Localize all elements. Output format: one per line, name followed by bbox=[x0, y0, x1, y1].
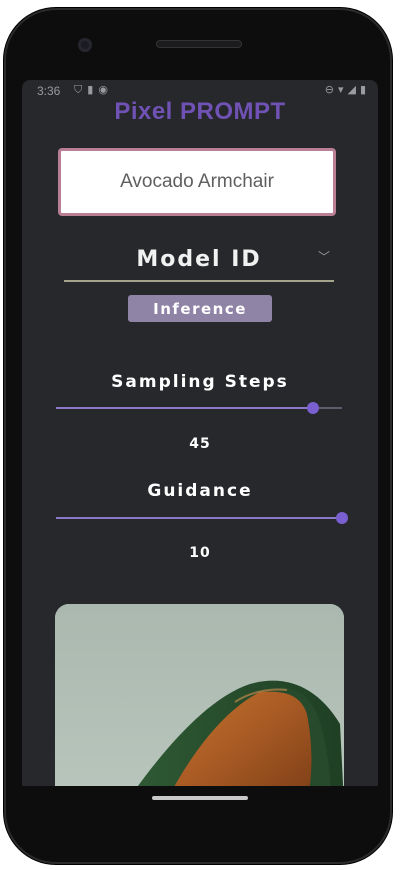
front-camera bbox=[78, 38, 92, 52]
signal-icon: ◢ bbox=[347, 83, 356, 96]
generated-image bbox=[55, 604, 344, 786]
app-title: Pixel PROMPT bbox=[114, 98, 286, 125]
model-id-label: Model ID bbox=[136, 247, 262, 272]
notification-icon: ◉ bbox=[98, 83, 108, 96]
phone-frame: 3:36 ⛉ ▮ ◉ ⊖ ▾ ◢ ▮ Pixel PROMPT Avocado … bbox=[4, 8, 392, 864]
guidance-slider[interactable] bbox=[56, 511, 348, 525]
slider-thumb[interactable] bbox=[307, 402, 320, 414]
sim-icon: ▮ bbox=[87, 83, 94, 96]
sampling-steps-slider[interactable] bbox=[56, 401, 342, 415]
status-left-icons: ⛉ ▮ ◉ bbox=[74, 83, 108, 97]
status-time: 3:36 bbox=[37, 84, 61, 98]
slider-thumb[interactable] bbox=[336, 512, 348, 524]
battery-icon: ▮ bbox=[359, 83, 366, 96]
guidance-value: 10 bbox=[189, 545, 211, 561]
prompt-input[interactable]: Avocado Armchair bbox=[58, 148, 336, 216]
wifi-icon: ▾ bbox=[337, 83, 344, 96]
minus-circle-icon: ⊖ bbox=[324, 83, 334, 96]
slider-fill bbox=[56, 407, 314, 409]
app-screen: 3:36 ⛉ ▮ ◉ ⊖ ▾ ◢ ▮ Pixel PROMPT Avocado … bbox=[22, 80, 378, 786]
chevron-down-icon[interactable]: ﹀ bbox=[318, 248, 330, 265]
model-id-dropdown[interactable]: Model ID ﹀ bbox=[64, 246, 334, 282]
avocado-armchair-image bbox=[55, 604, 344, 786]
earpiece-speaker bbox=[156, 40, 242, 48]
sampling-steps-value: 45 bbox=[189, 436, 211, 452]
slider-fill bbox=[56, 517, 342, 519]
guidance-title: Guidance bbox=[147, 481, 253, 501]
prompt-input-value: Avocado Armchair bbox=[120, 171, 274, 192]
status-right-icons: ⊖ ▾ ◢ ▮ bbox=[325, 83, 366, 96]
sampling-steps-title: Sampling Steps bbox=[111, 372, 289, 392]
home-indicator[interactable] bbox=[152, 796, 248, 800]
shield-icon: ⛉ bbox=[74, 83, 83, 96]
inference-button[interactable]: Inference bbox=[128, 295, 272, 322]
